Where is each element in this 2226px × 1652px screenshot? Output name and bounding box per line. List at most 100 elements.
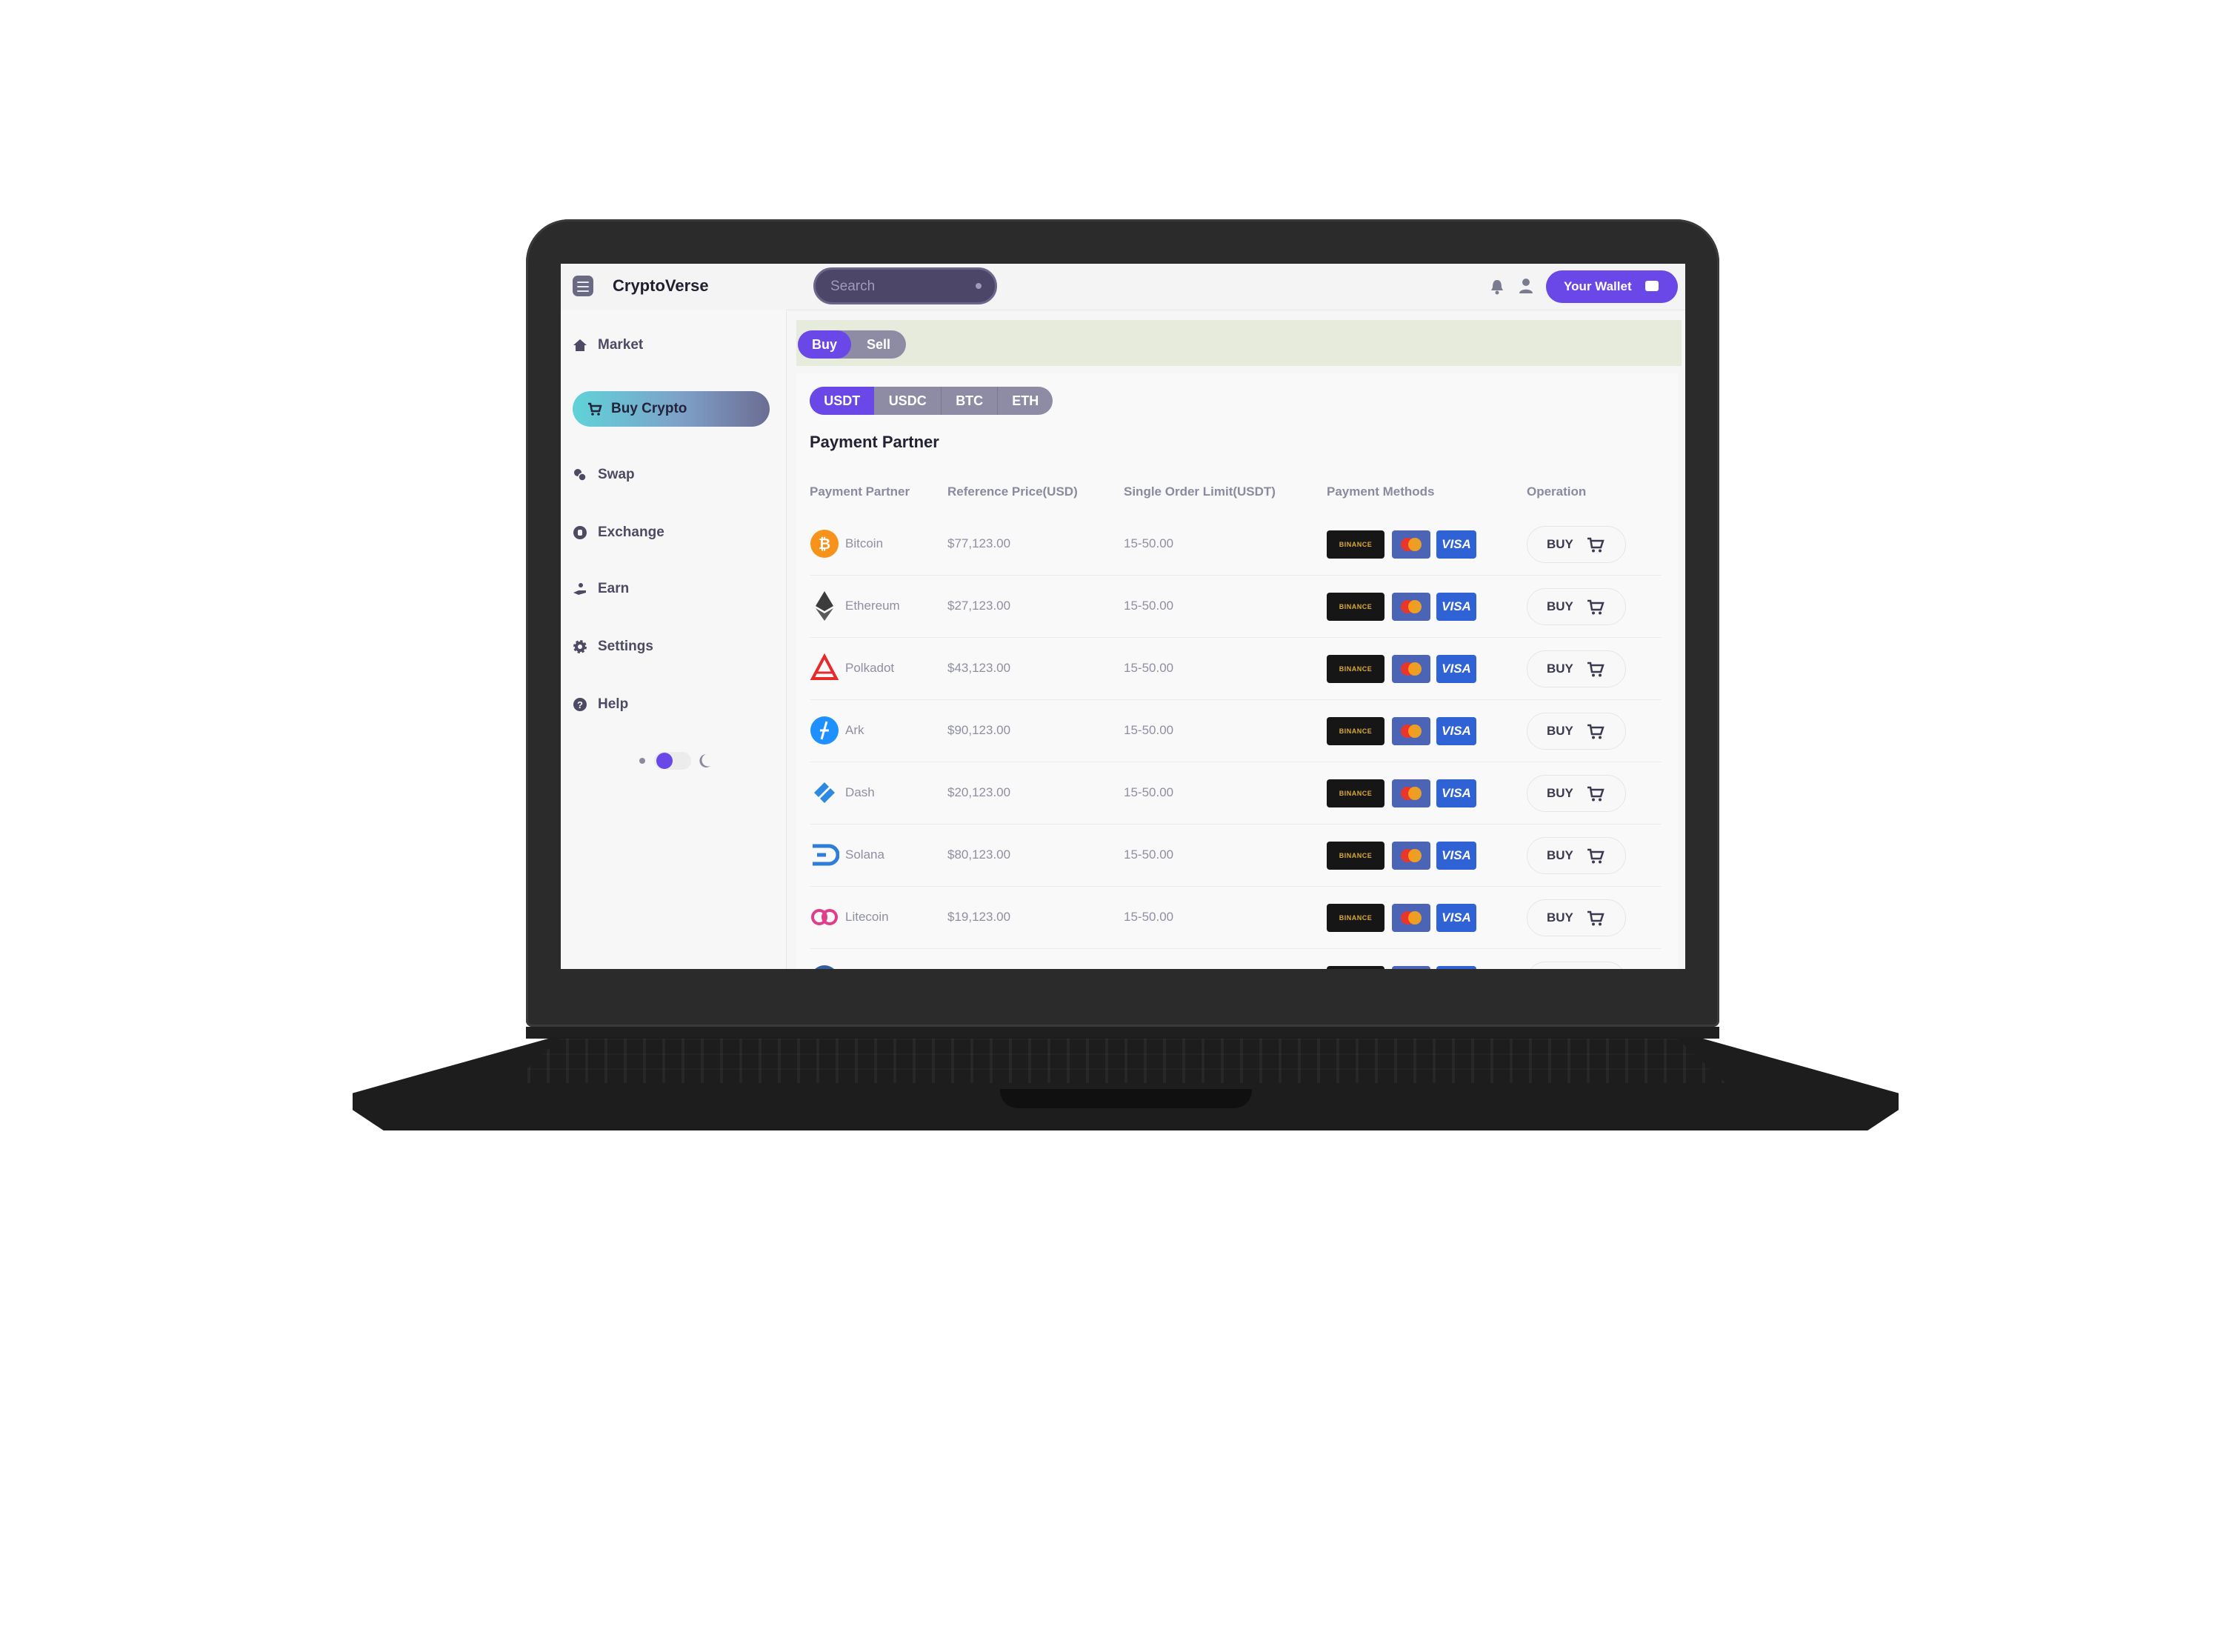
currency-tabs: USDT USDC BTC ETH — [810, 387, 1053, 415]
table-row: Ark $90,123.00 15-50.00 BINANCE VISA BUY — [810, 702, 1662, 762]
coin-name: Ethereum — [845, 599, 900, 613]
visa-label: VISA — [1442, 599, 1471, 613]
sidebar-item-help[interactable]: ? Help — [573, 693, 628, 716]
visa-label: VISA — [1442, 910, 1471, 925]
wallet-icon — [1645, 281, 1659, 291]
your-wallet-button[interactable]: Your Wallet — [1546, 270, 1678, 303]
visa-label: VISA — [1442, 786, 1471, 800]
visa-logo: VISA — [1436, 966, 1476, 969]
trade-header: Buy Sell — [796, 320, 1682, 366]
buy-label: BUY — [1547, 724, 1573, 738]
order-limit: 15-50.00 — [1124, 847, 1174, 862]
tab-usdt[interactable]: USDT — [810, 387, 875, 415]
column-header: Operation — [1527, 484, 1587, 499]
ethereum-icon — [816, 591, 833, 621]
visa-label: VISA — [1442, 662, 1471, 676]
table-row: Polkadot $43,123.00 15-50.00 BINANCE VISA BUY — [810, 640, 1662, 700]
binance-logo: BINANCE — [1327, 530, 1384, 559]
buy-button[interactable]: BUY — [1527, 962, 1626, 969]
cart-icon — [588, 402, 602, 416]
binance-logo: BINANCE — [1327, 717, 1384, 745]
visa-logo: VISA — [1436, 593, 1476, 621]
order-limit: 15-50.00 — [1124, 536, 1174, 550]
tab-usdc[interactable]: USDC — [874, 387, 942, 415]
binance-logo: BINANCE — [1327, 904, 1384, 932]
cart-icon — [1587, 537, 1604, 553]
buy-button[interactable]: BUY — [1527, 650, 1626, 687]
buy-button[interactable]: BUY — [1527, 775, 1626, 812]
column-header: Reference Price(USD) — [947, 484, 1078, 499]
visa-label: VISA — [1442, 724, 1471, 738]
visa-label: VISA — [1442, 537, 1471, 551]
tab-buy[interactable]: Buy — [798, 330, 851, 359]
polkadot-icon — [810, 653, 839, 680]
earn-icon — [573, 583, 586, 595]
user-icon[interactable] — [1518, 277, 1534, 295]
coin-name: Polkadot — [845, 661, 895, 675]
tab-sell[interactable]: Sell — [851, 330, 906, 359]
mastercard-logo — [1392, 717, 1430, 745]
reference-price: $90,123.00 — [947, 723, 1011, 737]
buy-button[interactable]: BUY — [1527, 899, 1626, 936]
order-limit: 15-50.00 — [1124, 661, 1174, 675]
wallet-label: Your Wallet — [1564, 279, 1632, 293]
bell-icon[interactable] — [1490, 279, 1504, 295]
cart-icon — [1587, 662, 1604, 677]
buy-button[interactable]: BUY — [1527, 713, 1626, 750]
buy-button[interactable]: BUY — [1527, 526, 1626, 563]
table-row: ₿ Bitcoin $77,123.00 15-50.00 BINANCE VISA BUY — [810, 516, 1662, 576]
binance-logo: BINANCE — [1327, 655, 1384, 683]
buy-label: BUY — [1547, 848, 1573, 862]
reference-price: $77,123.00 — [947, 536, 1011, 550]
sidebar-item-market[interactable]: Market — [573, 334, 643, 356]
sidebar-item-swap[interactable]: Swap — [573, 464, 635, 486]
search-icon[interactable] — [976, 283, 982, 289]
coin-name: Ark — [845, 723, 864, 737]
visa-logo: VISA — [1436, 779, 1476, 807]
cart-icon — [1587, 848, 1604, 864]
buy-button[interactable]: BUY — [1527, 837, 1626, 874]
swap-icon — [574, 469, 587, 482]
order-limit: 15-50.00 — [1124, 785, 1174, 799]
order-limit: 15-50.00 — [1124, 723, 1174, 737]
search-input[interactable] — [829, 278, 965, 296]
mastercard-logo — [1392, 842, 1430, 870]
binance-logo: BINANCE — [1327, 593, 1384, 621]
ark-icon — [810, 716, 839, 745]
tab-btc[interactable]: BTC — [942, 387, 999, 415]
sidebar-item-label: Settings — [598, 639, 653, 654]
visa-logo: VISA — [1436, 655, 1476, 683]
sidebar-item-label: Help — [598, 696, 629, 712]
sidebar: Market Buy Crypto Swap Exchange Earn Set… — [561, 310, 787, 969]
binance-logo: BINANCE — [1327, 966, 1384, 969]
theme-toggle[interactable] — [633, 748, 722, 773]
help-icon: ? — [573, 698, 587, 711]
reference-price: $20,123.00 — [947, 785, 1011, 799]
menu-icon[interactable] — [573, 276, 593, 296]
order-limit: 15-50.00 — [1124, 599, 1174, 613]
sidebar-item-buy-crypto[interactable]: Buy Crypto — [573, 391, 770, 427]
search-box[interactable] — [813, 267, 997, 304]
table-row: ŁXrp$10,123.0015-50.00BINANCEVISABUY — [810, 951, 1662, 969]
buy-label: BUY — [1547, 662, 1573, 676]
buy-label: BUY — [1547, 910, 1573, 925]
cart-icon — [1587, 599, 1604, 615]
buy-label: BUY — [1547, 537, 1573, 551]
tab-eth[interactable]: ETH — [998, 387, 1053, 415]
gear-icon — [573, 640, 587, 653]
svg-text:₿: ₿ — [819, 536, 830, 553]
laptop-keyboard — [511, 1039, 1726, 1083]
home-icon — [573, 339, 587, 351]
sidebar-item-earn[interactable]: Earn — [573, 578, 629, 600]
visa-logo: VISA — [1436, 904, 1476, 932]
table-row: Dash $20,123.00 15-50.00 BINANCE VISA BUY — [810, 765, 1662, 825]
table-row: Litecoin $19,123.00 15-50.00 BINANCE VISA BUY — [810, 889, 1662, 949]
sidebar-item-settings[interactable]: Settings — [573, 636, 653, 658]
mastercard-logo — [1392, 779, 1430, 807]
app-title: CryptoVerse — [613, 276, 709, 295]
sidebar-item-exchange[interactable]: Exchange — [573, 522, 664, 544]
section-title: Payment Partner — [810, 433, 939, 451]
binance-label: BINANCE — [1339, 603, 1373, 610]
buy-button[interactable]: BUY — [1527, 588, 1626, 625]
payment-partner-card: USDT USDC BTC ETH Payment Partner Paymen… — [796, 373, 1678, 969]
